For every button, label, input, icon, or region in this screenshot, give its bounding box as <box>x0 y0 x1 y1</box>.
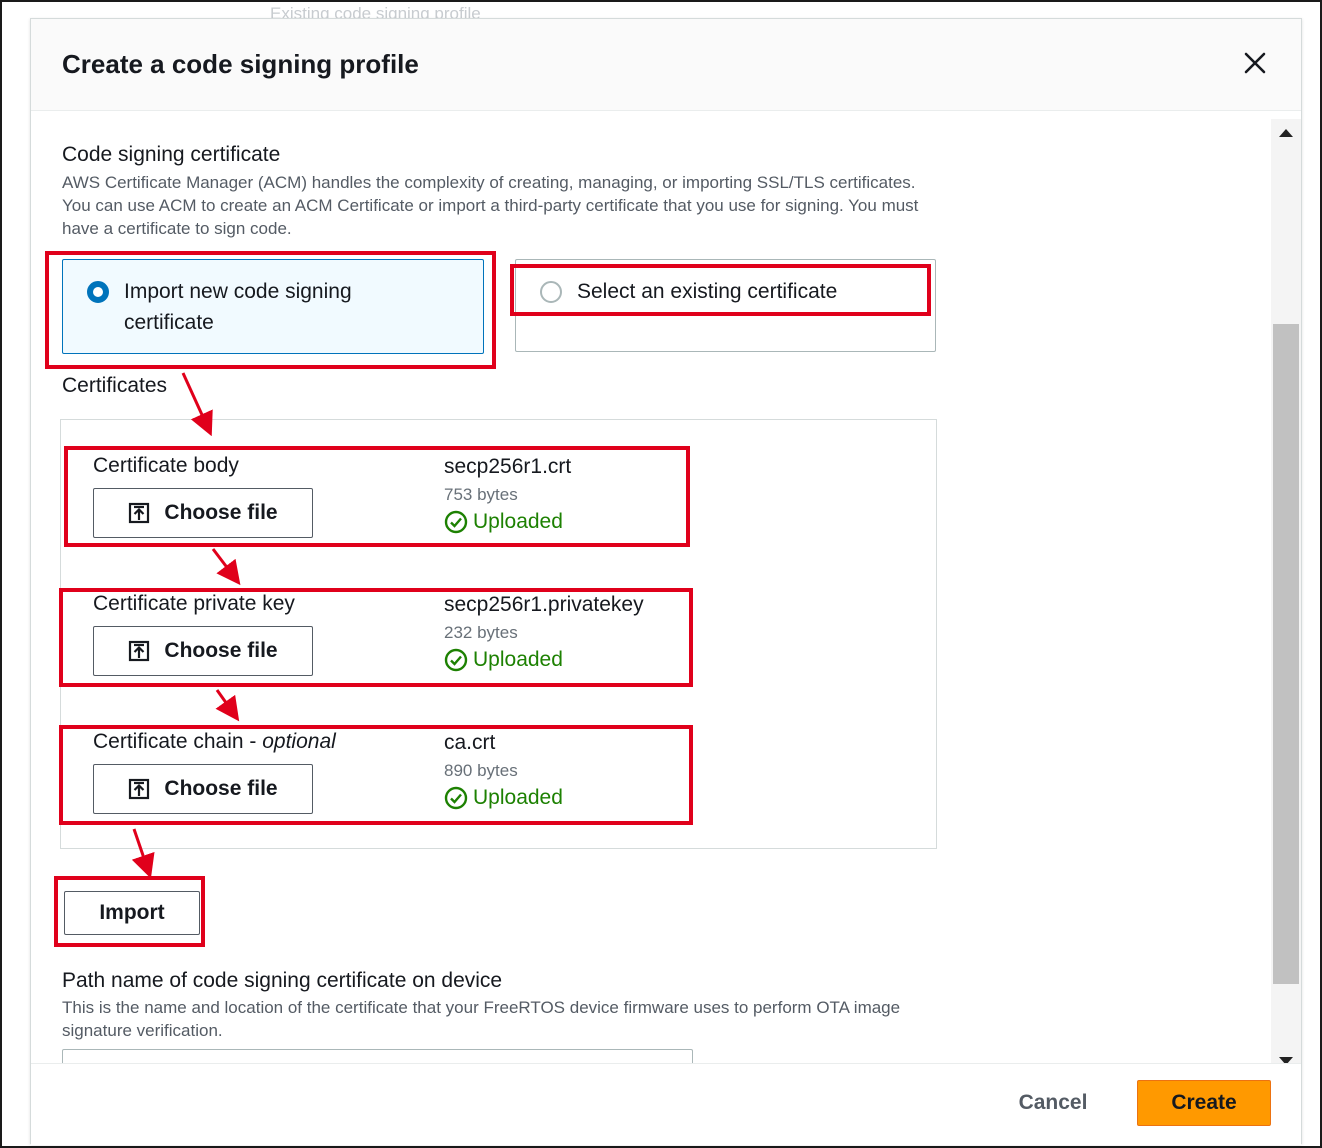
upload-icon <box>128 640 150 662</box>
upload-icon <box>128 502 150 524</box>
modal-footer: Cancel Create <box>31 1063 1301 1145</box>
check-circle-icon <box>444 510 468 534</box>
status-text: Uploaded <box>473 510 563 533</box>
import-button[interactable]: Import <box>64 891 200 935</box>
certificate-chain-label-text: Certificate chain - <box>93 730 263 753</box>
create-button[interactable]: Create <box>1137 1080 1271 1126</box>
certificate-section-description: AWS Certificate Manager (ACM) handles th… <box>62 173 919 238</box>
certificate-private-key-file-size: 232 bytes <box>444 623 518 642</box>
certificate-body-choose-file-button[interactable]: Choose file <box>93 488 313 538</box>
radio-button-unchecked[interactable] <box>540 281 562 303</box>
status-text: Uploaded <box>473 786 563 809</box>
certificate-private-key-label: Certificate private key <box>93 592 295 615</box>
path-section-title: Path name of code signing certificate on… <box>62 969 503 992</box>
certificate-chain-status: Uploaded <box>444 786 563 810</box>
certificate-chain-label: Certificate chain - optional <box>93 730 336 754</box>
certificate-body-file-size: 753 bytes <box>444 485 518 504</box>
check-circle-icon <box>444 786 468 810</box>
modal-title: Create a code signing profile <box>62 49 419 79</box>
radio-label-existing: Select an existing certificate <box>577 280 838 303</box>
scroll-up-arrow-icon[interactable] <box>1279 129 1293 137</box>
certificate-section-title: Code signing certificate <box>62 143 281 166</box>
vertical-scrollbar[interactable] <box>1271 119 1301 1079</box>
certificate-body-status: Uploaded <box>444 510 563 534</box>
check-circle-icon <box>444 648 468 672</box>
close-icon <box>1244 52 1266 74</box>
create-code-signing-profile-modal: Create a code signing profile Code signi… <box>30 18 1302 1145</box>
radio-button-checked[interactable] <box>87 281 109 303</box>
certificate-body-label: Certificate body <box>93 454 239 477</box>
cancel-button[interactable]: Cancel <box>993 1080 1113 1126</box>
radio-label-import: Import new code signing certificate <box>124 280 352 334</box>
certificate-private-key-choose-file-button[interactable]: Choose file <box>93 626 313 676</box>
certificate-private-key-status: Uploaded <box>444 648 563 672</box>
close-button[interactable] <box>1239 47 1271 79</box>
status-text: Uploaded <box>473 648 563 671</box>
choose-file-label: Choose file <box>164 639 278 662</box>
choose-file-label: Choose file <box>164 777 278 800</box>
certificate-chain-file-size: 890 bytes <box>444 761 518 780</box>
certificate-body-file-name: secp256r1.crt <box>444 455 572 478</box>
upload-icon <box>128 778 150 800</box>
certificates-heading: Certificates <box>62 374 168 397</box>
modal-header: Create a code signing profile <box>31 19 1301 111</box>
choose-file-label: Choose file <box>164 501 278 524</box>
optional-marker: optional <box>262 730 336 753</box>
path-section-description: This is the name and location of the cer… <box>62 998 901 1040</box>
radio-import-new-certificate[interactable]: Import new code signing certificate <box>62 259 484 354</box>
certificate-private-key-file-name: secp256r1.privatekey <box>444 593 644 616</box>
certificate-chain-choose-file-button[interactable]: Choose file <box>93 764 313 814</box>
certificate-chain-file-name: ca.crt <box>444 731 496 754</box>
scrollbar-thumb[interactable] <box>1273 324 1299 984</box>
radio-select-existing-certificate[interactable]: Select an existing certificate <box>515 259 936 352</box>
